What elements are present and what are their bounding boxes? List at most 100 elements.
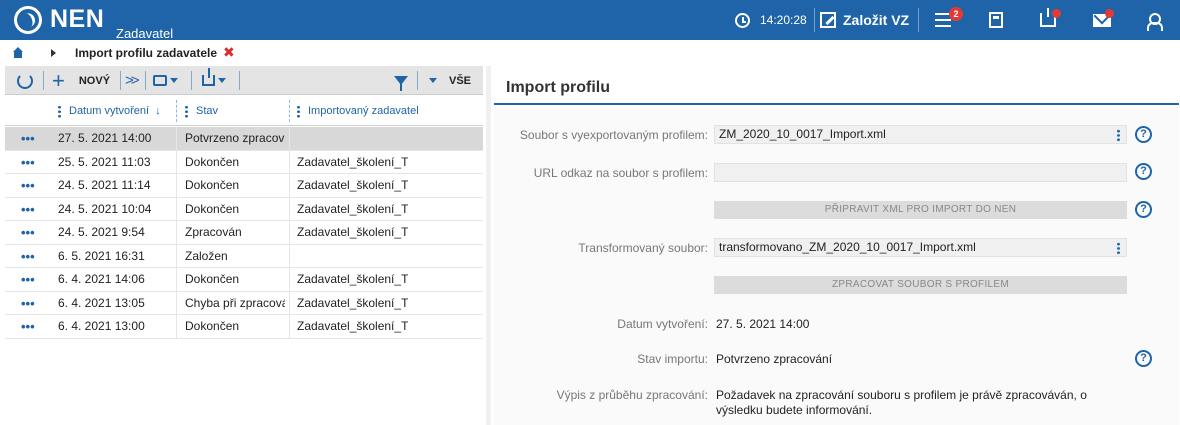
row-menu-icon[interactable]: ••• xyxy=(21,315,35,338)
help-icon[interactable]: ? xyxy=(1135,126,1152,143)
cell-state: Dokončen xyxy=(185,319,240,333)
row-menu-icon[interactable]: ••• xyxy=(21,268,35,291)
mail-alert-dot xyxy=(1105,9,1114,18)
divider xyxy=(43,71,44,90)
more-actions-button[interactable]: >> xyxy=(125,66,139,95)
menu-button[interactable] xyxy=(935,0,951,40)
table-row[interactable]: ••• 25. 5. 2021 11:03 Dokončen Zadavatel… xyxy=(5,150,483,174)
clock-icon xyxy=(735,12,750,28)
caret-down-icon xyxy=(429,78,437,83)
list-toolbar: + NOVÝ >> VŠE xyxy=(5,66,483,95)
column-header-importer[interactable]: Importovaný zadavatel xyxy=(297,96,419,126)
detail-title: Import profilu xyxy=(506,79,610,96)
print-menu-button[interactable] xyxy=(153,66,178,95)
cell-state: Dokončen xyxy=(185,201,240,216)
column-separator[interactable] xyxy=(289,100,290,122)
help-icon[interactable]: ? xyxy=(1135,350,1152,367)
column-label: Datum vytvoření xyxy=(69,105,150,117)
refresh-icon xyxy=(17,72,33,89)
cell-state: Potvrzeno zpracování xyxy=(185,131,285,145)
home-icon[interactable] xyxy=(12,47,24,58)
chevron-right-icon xyxy=(51,49,56,57)
row-menu-icon[interactable]: ••• xyxy=(21,127,35,150)
process-file-button[interactable]: ZPRACOVAT SOUBOR S PROFILEM xyxy=(714,276,1127,294)
table-row[interactable]: ••• 6. 4. 2021 13:00 Dokončen Zadavatel_… xyxy=(5,315,483,339)
cell-date: 24. 5. 2021 9:54 xyxy=(58,225,145,239)
help-icon[interactable]: ? xyxy=(1135,163,1152,180)
refresh-button[interactable] xyxy=(17,66,33,95)
table-row[interactable]: ••• 24. 5. 2021 11:14 Dokončen Zadavatel… xyxy=(5,174,483,198)
session-timer: 14:20:28 xyxy=(735,0,807,40)
cell-date: 24. 5. 2021 11:14 xyxy=(58,178,151,192)
help-icon[interactable]: ? xyxy=(1135,201,1152,218)
field-menu-icon[interactable] xyxy=(1117,242,1120,254)
divider xyxy=(120,71,121,90)
table-row[interactable]: ••• 6. 4. 2021 14:06 Dokončen Zadavatel_… xyxy=(5,268,483,292)
column-header-state[interactable]: Stav xyxy=(185,96,218,126)
nen-logo[interactable]: NEN xyxy=(14,6,104,34)
breadcrumb-current[interactable]: Import profilu zadavatele xyxy=(75,46,217,60)
filter-button[interactable] xyxy=(394,66,408,95)
caret-down-icon xyxy=(218,78,226,83)
row-menu-icon[interactable]: ••• xyxy=(21,245,35,268)
calculator-button[interactable] xyxy=(989,0,1003,40)
cell-date: 27. 5. 2021 14:00 xyxy=(58,131,152,145)
column-menu-icon[interactable] xyxy=(185,104,188,118)
url-field[interactable] xyxy=(714,163,1127,182)
inbox-alert-dot xyxy=(1052,9,1061,18)
table-body: ••• 27. 5. 2021 14:00 Potvrzeno zpracová… xyxy=(5,127,483,339)
url-label: URL odkaz na soubor s profilem: xyxy=(533,166,708,180)
column-menu-icon[interactable] xyxy=(58,104,61,118)
field-menu-icon[interactable] xyxy=(1117,129,1120,141)
filter-select[interactable]: VŠE xyxy=(429,66,471,95)
divider xyxy=(191,71,192,90)
cell-importer: Zadavatel_školení_T xyxy=(297,319,409,333)
close-tab-icon[interactable]: ✖ xyxy=(223,44,235,61)
list-panel: + NOVÝ >> VŠE Datum vytvoření ↓ Stav Imp… xyxy=(5,66,483,425)
inbox-button[interactable] xyxy=(1040,0,1056,40)
prepare-xml-button[interactable]: PŘIPRAVIT XML PRO IMPORT DO NEN xyxy=(714,201,1127,219)
user-button[interactable] xyxy=(1147,0,1163,40)
table-row[interactable]: ••• 6. 4. 2021 13:05 Chyba při zpracován… xyxy=(5,291,483,315)
logo-text: NEN xyxy=(50,5,105,33)
panel-splitter[interactable] xyxy=(486,66,491,425)
row-menu-icon[interactable]: ••• xyxy=(21,221,35,244)
created-value: 27. 5. 2021 14:00 xyxy=(716,317,810,331)
log-line-2: výsledku budete informování. xyxy=(716,403,873,417)
edit-icon xyxy=(820,12,836,28)
cell-importer: Zadavatel_školení_T xyxy=(297,178,409,192)
calculator-icon xyxy=(989,12,1003,28)
messages-button[interactable] xyxy=(1093,0,1111,40)
row-menu-icon[interactable]: ••• xyxy=(21,174,35,197)
file-field[interactable]: ZM_2020_10_0017_Import.xml xyxy=(714,125,1127,144)
divider xyxy=(145,71,146,90)
cell-date: 6. 4. 2021 14:06 xyxy=(58,272,145,286)
row-menu-icon[interactable]: ••• xyxy=(21,151,35,174)
row-menu-icon[interactable]: ••• xyxy=(21,292,35,315)
table-row[interactable]: ••• 24. 5. 2021 9:54 Zpracován Zadavatel… xyxy=(5,221,483,245)
column-label: Stav xyxy=(196,105,219,117)
export-menu-button[interactable] xyxy=(202,66,226,95)
top-bar: NEN Zadavatel 14:20:28 Založit VZ 2 xyxy=(0,0,1180,41)
cell-state: Chyba při zpracování xyxy=(185,295,285,310)
column-header-date[interactable]: Datum vytvoření ↓ xyxy=(58,96,161,126)
cell-importer: Zadavatel_školení_T xyxy=(297,201,409,216)
divider xyxy=(417,71,418,90)
cell-state: Založen xyxy=(185,248,228,263)
row-menu-icon[interactable]: ••• xyxy=(21,198,35,221)
table-row[interactable]: ••• 27. 5. 2021 14:00 Potvrzeno zpracová… xyxy=(5,127,483,151)
create-vz-button[interactable]: Založit VZ xyxy=(820,0,909,40)
table-row[interactable]: ••• 6. 5. 2021 16:31 Založen xyxy=(5,244,483,268)
cell-date: 25. 5. 2021 11:03 xyxy=(58,154,151,169)
table-row[interactable]: ••• 24. 5. 2021 10:04 Dokončen Zadavatel… xyxy=(5,197,483,221)
cell-importer: Zadavatel_školení_T xyxy=(297,295,409,310)
logo-subtitle: Zadavatel xyxy=(116,26,174,41)
divider xyxy=(239,71,240,90)
new-button[interactable]: + NOVÝ xyxy=(52,66,110,95)
cell-date: 24. 5. 2021 10:04 xyxy=(58,201,152,216)
column-separator[interactable] xyxy=(176,100,177,122)
transformed-field[interactable]: transformovano_ZM_2020_10_0017_Import.xm… xyxy=(714,238,1127,257)
plus-icon: + xyxy=(52,67,65,93)
column-menu-icon[interactable] xyxy=(297,104,300,118)
logo-icon xyxy=(14,6,42,34)
